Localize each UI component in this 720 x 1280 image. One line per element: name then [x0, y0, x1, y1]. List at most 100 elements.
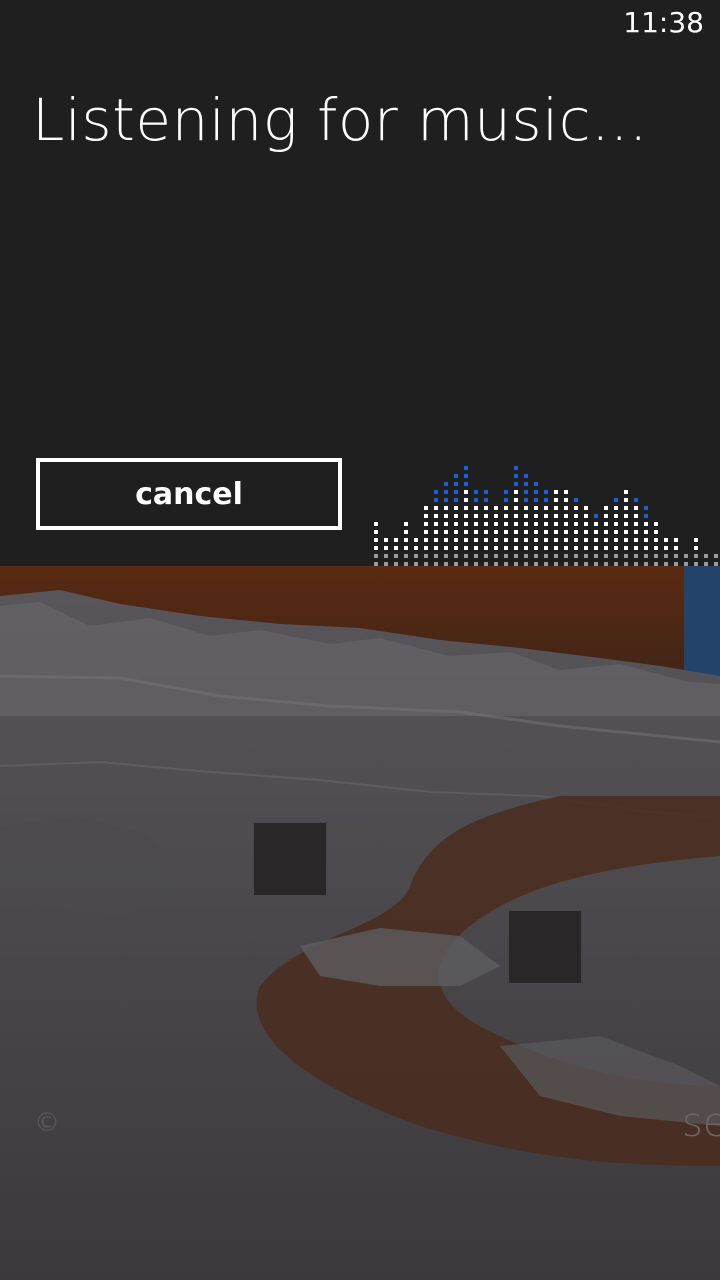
visualizer-dot — [554, 546, 558, 550]
visualizer-dot — [604, 506, 608, 510]
visualizer-dot — [464, 498, 468, 502]
visualizer-dot — [464, 530, 468, 534]
visualizer-dot — [604, 546, 608, 550]
visualizer-peak-dot — [574, 498, 578, 502]
visualizer-peak-dot — [534, 482, 538, 486]
visualizer-dot — [394, 554, 398, 558]
listening-panel: 11:38 Listening for music... cancel — [0, 0, 720, 566]
visualizer-dot — [454, 546, 458, 550]
copyright-icon: © — [34, 1108, 60, 1138]
visualizer-peak-dot — [464, 474, 468, 478]
visualizer-dot — [434, 530, 438, 534]
visualizer-dot — [674, 554, 678, 558]
visualizer-dot — [434, 522, 438, 526]
visualizer-dot — [574, 530, 578, 534]
visualizer-dot — [634, 530, 638, 534]
visualizer-dot — [504, 514, 508, 518]
visualizer-dot — [504, 546, 508, 550]
visualizer-dot — [504, 530, 508, 534]
visualizer-dot — [564, 498, 568, 502]
visualizer-dot — [554, 554, 558, 558]
visualizer-dot — [404, 522, 408, 526]
cancel-button[interactable]: cancel — [36, 458, 342, 530]
visualizer-dot — [414, 554, 418, 558]
visualizer-dot — [614, 514, 618, 518]
visualizer-dot — [494, 546, 498, 550]
visualizer-peak-dot — [614, 498, 618, 502]
visualizer-dot — [434, 546, 438, 550]
visualizer-dot — [534, 522, 538, 526]
visualizer-dot — [584, 554, 588, 558]
visualizer-dot — [444, 538, 448, 542]
background-image — [0, 566, 720, 1280]
visualizer-dot — [674, 538, 678, 542]
visualizer-dot — [454, 530, 458, 534]
visualizer-peak-dot — [464, 466, 468, 470]
peek-label: se — [682, 1100, 720, 1146]
visualizer-dot — [464, 546, 468, 550]
visualizer-dot — [554, 506, 558, 510]
visualizer-dot — [544, 514, 548, 518]
visualizer-dot — [374, 554, 378, 558]
visualizer-dot — [444, 530, 448, 534]
visualizer-dot — [594, 546, 598, 550]
visualizer-dot — [474, 522, 478, 526]
audio-visualizer — [374, 466, 718, 566]
visualizer-peak-dot — [534, 498, 538, 502]
visualizer-dot — [574, 554, 578, 558]
visualizer-peak-dot — [454, 490, 458, 494]
visualizer-dot — [624, 530, 628, 534]
visualizer-dot — [404, 546, 408, 550]
visualizer-dot — [524, 514, 528, 518]
visualizer-dot — [464, 514, 468, 518]
visualizer-dot — [374, 538, 378, 542]
visualizer-dot — [464, 538, 468, 542]
visualizer-dot — [404, 538, 408, 542]
visualizer-dot — [444, 506, 448, 510]
visualizer-dot — [454, 514, 458, 518]
visualizer-peak-dot — [504, 490, 508, 494]
visualizer-dot — [484, 554, 488, 558]
visualizer-dot — [424, 546, 428, 550]
placeholder-tile — [253, 822, 327, 896]
visualizer-dot — [604, 522, 608, 526]
visualizer-dot — [654, 530, 658, 534]
visualizer-dot — [374, 530, 378, 534]
visualizer-dot — [484, 530, 488, 534]
visualizer-dot — [444, 554, 448, 558]
visualizer-dot — [564, 530, 568, 534]
visualizer-dot — [484, 546, 488, 550]
visualizer-dot — [564, 506, 568, 510]
visualizer-dot — [524, 554, 528, 558]
visualizer-peak-dot — [524, 482, 528, 486]
visualizer-dot — [634, 538, 638, 542]
visualizer-peak-dot — [644, 514, 648, 518]
visualizer-dot — [554, 514, 558, 518]
visualizer-peak-dot — [444, 482, 448, 486]
visualizer-dot — [514, 546, 518, 550]
placeholder-tile — [508, 910, 582, 984]
visualizer-dot — [404, 530, 408, 534]
visualizer-peak-dot — [454, 482, 458, 486]
visualizer-dot — [554, 498, 558, 502]
visualizer-peak-dot — [544, 498, 548, 502]
visualizer-peak-dot — [644, 506, 648, 510]
visualizer-dot — [394, 546, 398, 550]
visualizer-dot — [574, 546, 578, 550]
visualizer-peak-dot — [514, 482, 518, 486]
visualizer-dot — [444, 514, 448, 518]
visualizer-dot — [564, 522, 568, 526]
visualizer-dot — [424, 522, 428, 526]
visualizer-dot — [544, 546, 548, 550]
visualizer-dot — [574, 514, 578, 518]
visualizer-dot — [584, 522, 588, 526]
visualizer-dot — [494, 522, 498, 526]
visualizer-dot — [544, 522, 548, 526]
visualizer-dot — [454, 538, 458, 542]
visualizer-dot — [474, 546, 478, 550]
visualizer-dot — [474, 514, 478, 518]
visualizer-dot — [614, 506, 618, 510]
visualizer-dot — [544, 554, 548, 558]
visualizer-peak-dot — [434, 498, 438, 502]
visualizer-dot — [434, 538, 438, 542]
